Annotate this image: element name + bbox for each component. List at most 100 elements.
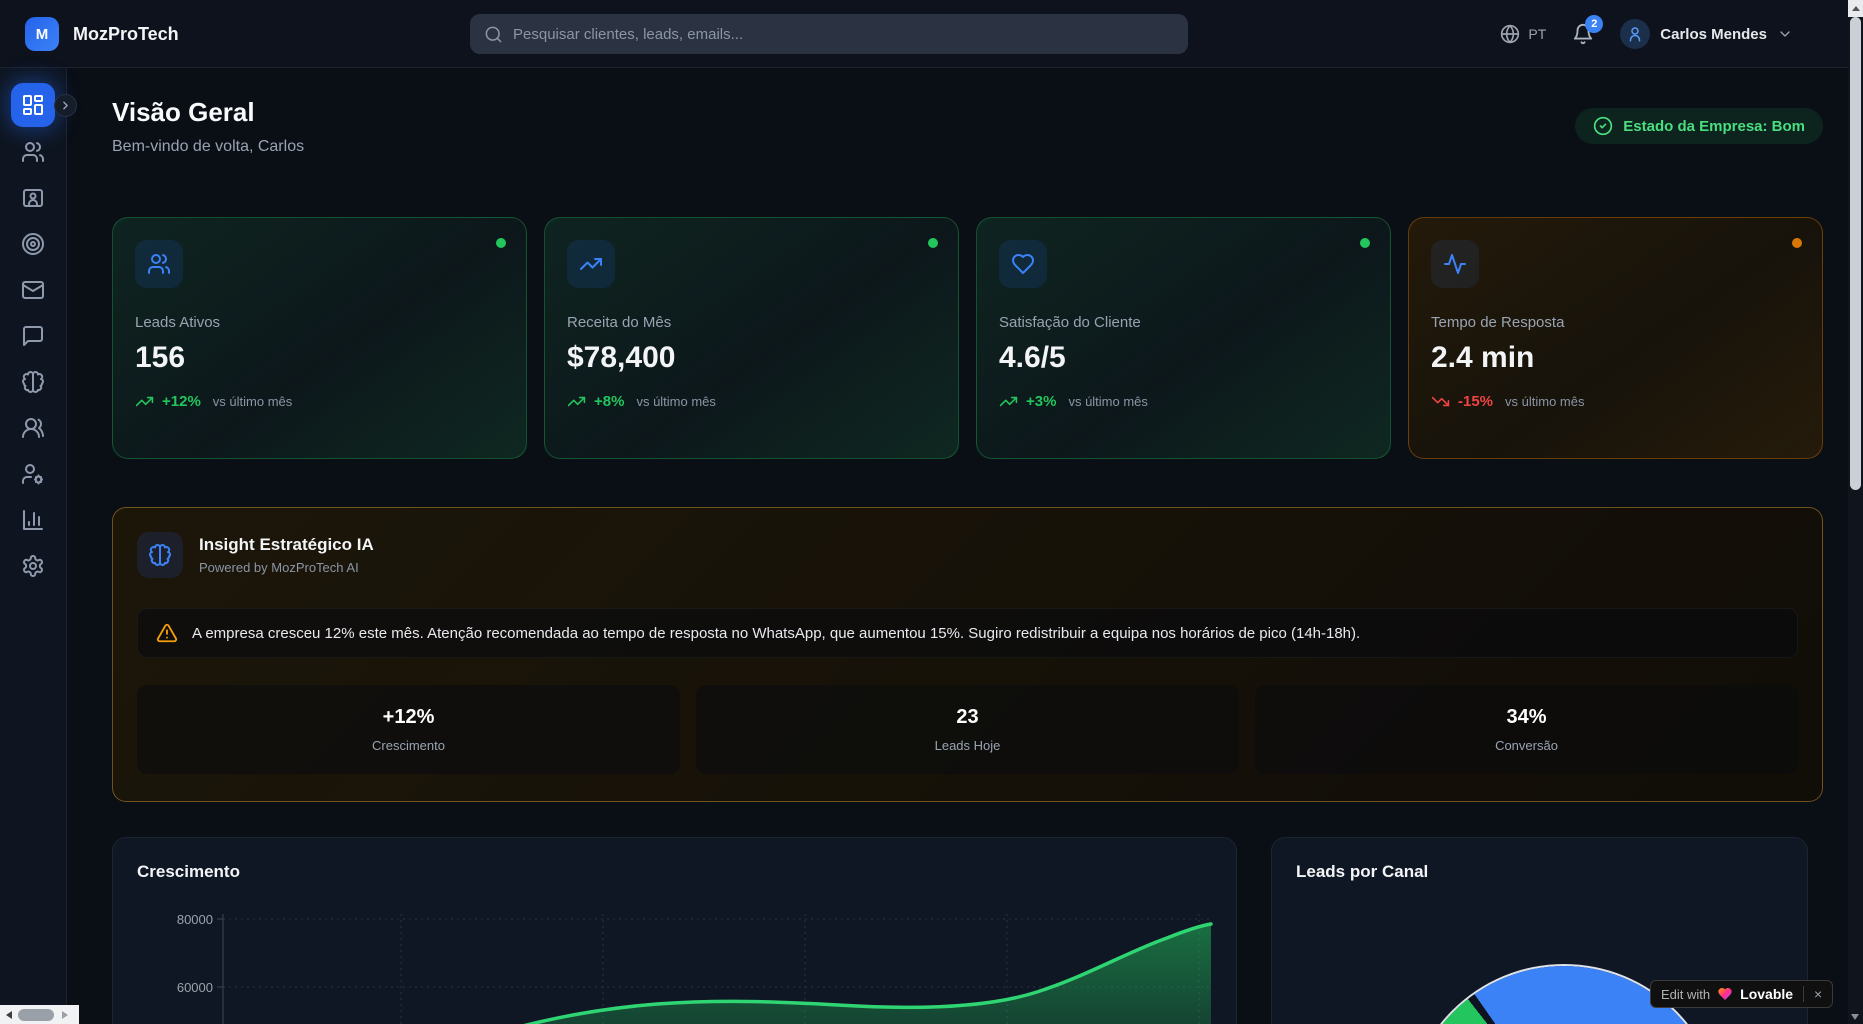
ai-insight-panel: Insight Estratégico IA Powered by MozPro… [112, 507, 1823, 802]
sidebar-item-dashboard[interactable] [11, 83, 55, 127]
notifications-button[interactable]: 2 [1572, 23, 1594, 45]
insight-subtitle: Powered by MozProTech AI [199, 560, 374, 575]
users-icon [135, 240, 183, 288]
scroll-left-button[interactable] [6, 1011, 12, 1019]
insight-stat-label: Conversão [1495, 738, 1558, 753]
stat-card-response-time[interactable]: Tempo de Resposta 2.4 min -15% vs último… [1408, 217, 1823, 459]
charts-row: Crescimento [112, 837, 1823, 1024]
sidebar-item-team[interactable] [0, 405, 67, 451]
lovable-prefix: Edit with [1661, 987, 1710, 1002]
growth-chart-title: Crescimento [137, 862, 1212, 882]
growth-area-chart: 80000 60000 [137, 900, 1214, 1024]
dashboard-icon [21, 93, 45, 117]
settings-icon [21, 554, 45, 578]
user-menu[interactable]: Carlos Mendes [1620, 19, 1793, 49]
stat-change-note: vs último mês [213, 394, 292, 409]
sidebar-item-reports[interactable] [0, 497, 67, 543]
stat-change-note: vs último mês [1505, 394, 1584, 409]
page-header: Visão Geral Bem-vindo de volta, Carlos E… [112, 97, 1823, 156]
insight-stat-conversion: 34% Conversão [1255, 685, 1798, 774]
sidebar-item-leads[interactable] [0, 129, 67, 175]
contact-card-icon [21, 186, 45, 210]
stat-value: 2.4 min [1431, 341, 1800, 375]
search-icon [484, 25, 503, 44]
heart-icon [999, 240, 1047, 288]
sidebar-item-chat[interactable] [0, 313, 67, 359]
scroll-down-button[interactable] [1851, 1014, 1859, 1020]
search-input[interactable] [513, 26, 1174, 43]
trending-up-icon [135, 392, 154, 411]
stat-value: 156 [135, 341, 504, 375]
scroll-right-button[interactable] [62, 1011, 68, 1019]
scroll-up-button[interactable] [1848, 0, 1863, 17]
avatar [1620, 19, 1650, 49]
status-dot [1792, 238, 1802, 248]
globe-icon [1500, 24, 1520, 44]
sidebar-item-ai[interactable] [0, 359, 67, 405]
topbar: M MozProTech PT 2 Carlos Mendes [0, 0, 1863, 68]
stat-card-revenue[interactable]: Receita do Mês $78,400 +8% vs último mês [544, 217, 959, 459]
stat-change: +8% [594, 393, 624, 410]
vertical-scrollbar-thumb[interactable] [1850, 17, 1861, 490]
activity-icon [1431, 240, 1479, 288]
stat-change: -15% [1458, 393, 1493, 410]
insight-stat-label: Crescimento [372, 738, 445, 753]
vertical-scrollbar[interactable] [1848, 0, 1863, 1024]
language-label: PT [1528, 26, 1546, 42]
stat-change: +3% [1026, 393, 1056, 410]
sidebar-item-goals[interactable] [0, 221, 67, 267]
channels-chart-title: Leads por Canal [1296, 862, 1783, 882]
insight-stat-leads-today: 23 Leads Hoje [696, 685, 1239, 774]
stat-value: 4.6/5 [999, 341, 1368, 375]
lovable-badge[interactable]: Edit with Lovable × [1650, 980, 1833, 1008]
insight-stat-value: 23 [956, 706, 978, 729]
sidebar [0, 68, 67, 1024]
insight-stat-value: 34% [1506, 706, 1546, 729]
sidebar-item-email[interactable] [0, 267, 67, 313]
circle-check-icon [1593, 116, 1613, 136]
status-badge-label: Estado da Empresa: Bom [1623, 118, 1805, 135]
global-search[interactable] [470, 14, 1188, 54]
insight-stat-value: +12% [383, 706, 435, 729]
status-badge: Estado da Empresa: Bom [1575, 108, 1823, 144]
chat-icon [21, 324, 45, 348]
insight-stat-label: Leads Hoje [935, 738, 1001, 753]
target-icon [21, 232, 45, 256]
sidebar-expand-button[interactable] [54, 94, 77, 117]
sidebar-item-settings[interactable] [0, 543, 67, 589]
growth-chart-card: Crescimento [112, 837, 1237, 1024]
warning-triangle-icon [156, 622, 178, 644]
stat-card-leads[interactable]: Leads Ativos 156 +12% vs último mês [112, 217, 527, 459]
user-name: Carlos Mendes [1660, 26, 1767, 43]
sidebar-item-user-management[interactable] [0, 451, 67, 497]
divider [1803, 986, 1804, 1002]
chevron-right-icon [59, 99, 72, 112]
insight-stat-growth: +12% Crescimento [137, 685, 680, 774]
stat-card-satisfaction[interactable]: Satisfação do Cliente 4.6/5 +3% vs últim… [976, 217, 1391, 459]
insight-alert-text: A empresa cresceu 12% este mês. Atenção … [192, 625, 1360, 642]
main-content: Visão Geral Bem-vindo de volta, Carlos E… [67, 68, 1863, 1024]
brain-icon [137, 532, 183, 578]
stat-label: Receita do Mês [567, 314, 936, 331]
stat-change-note: vs último mês [1068, 394, 1147, 409]
page-subtitle: Bem-vindo de volta, Carlos [112, 138, 304, 156]
sidebar-item-contacts[interactable] [0, 175, 67, 221]
brain-icon [21, 370, 45, 394]
status-dot [928, 238, 938, 248]
trending-down-icon [1431, 392, 1450, 411]
insight-alert: A empresa cresceu 12% este mês. Atenção … [137, 608, 1798, 658]
language-switcher[interactable]: PT [1500, 24, 1546, 44]
stats-grid: Leads Ativos 156 +12% vs último mês Rece… [112, 217, 1823, 459]
bar-chart-icon [21, 508, 45, 532]
mail-icon [21, 278, 45, 302]
logo-letter: M [36, 26, 49, 43]
close-icon[interactable]: × [1814, 986, 1822, 1002]
horizontal-scrollbar-thumb[interactable] [18, 1009, 54, 1021]
notification-badge: 2 [1585, 15, 1603, 33]
stat-label: Satisfação do Cliente [999, 314, 1368, 331]
chevron-down-icon [1777, 26, 1793, 42]
team-icon [21, 416, 45, 440]
ytick-60000: 60000 [177, 980, 213, 995]
horizontal-scrollbar[interactable] [0, 1005, 79, 1024]
stat-change-note: vs último mês [636, 394, 715, 409]
